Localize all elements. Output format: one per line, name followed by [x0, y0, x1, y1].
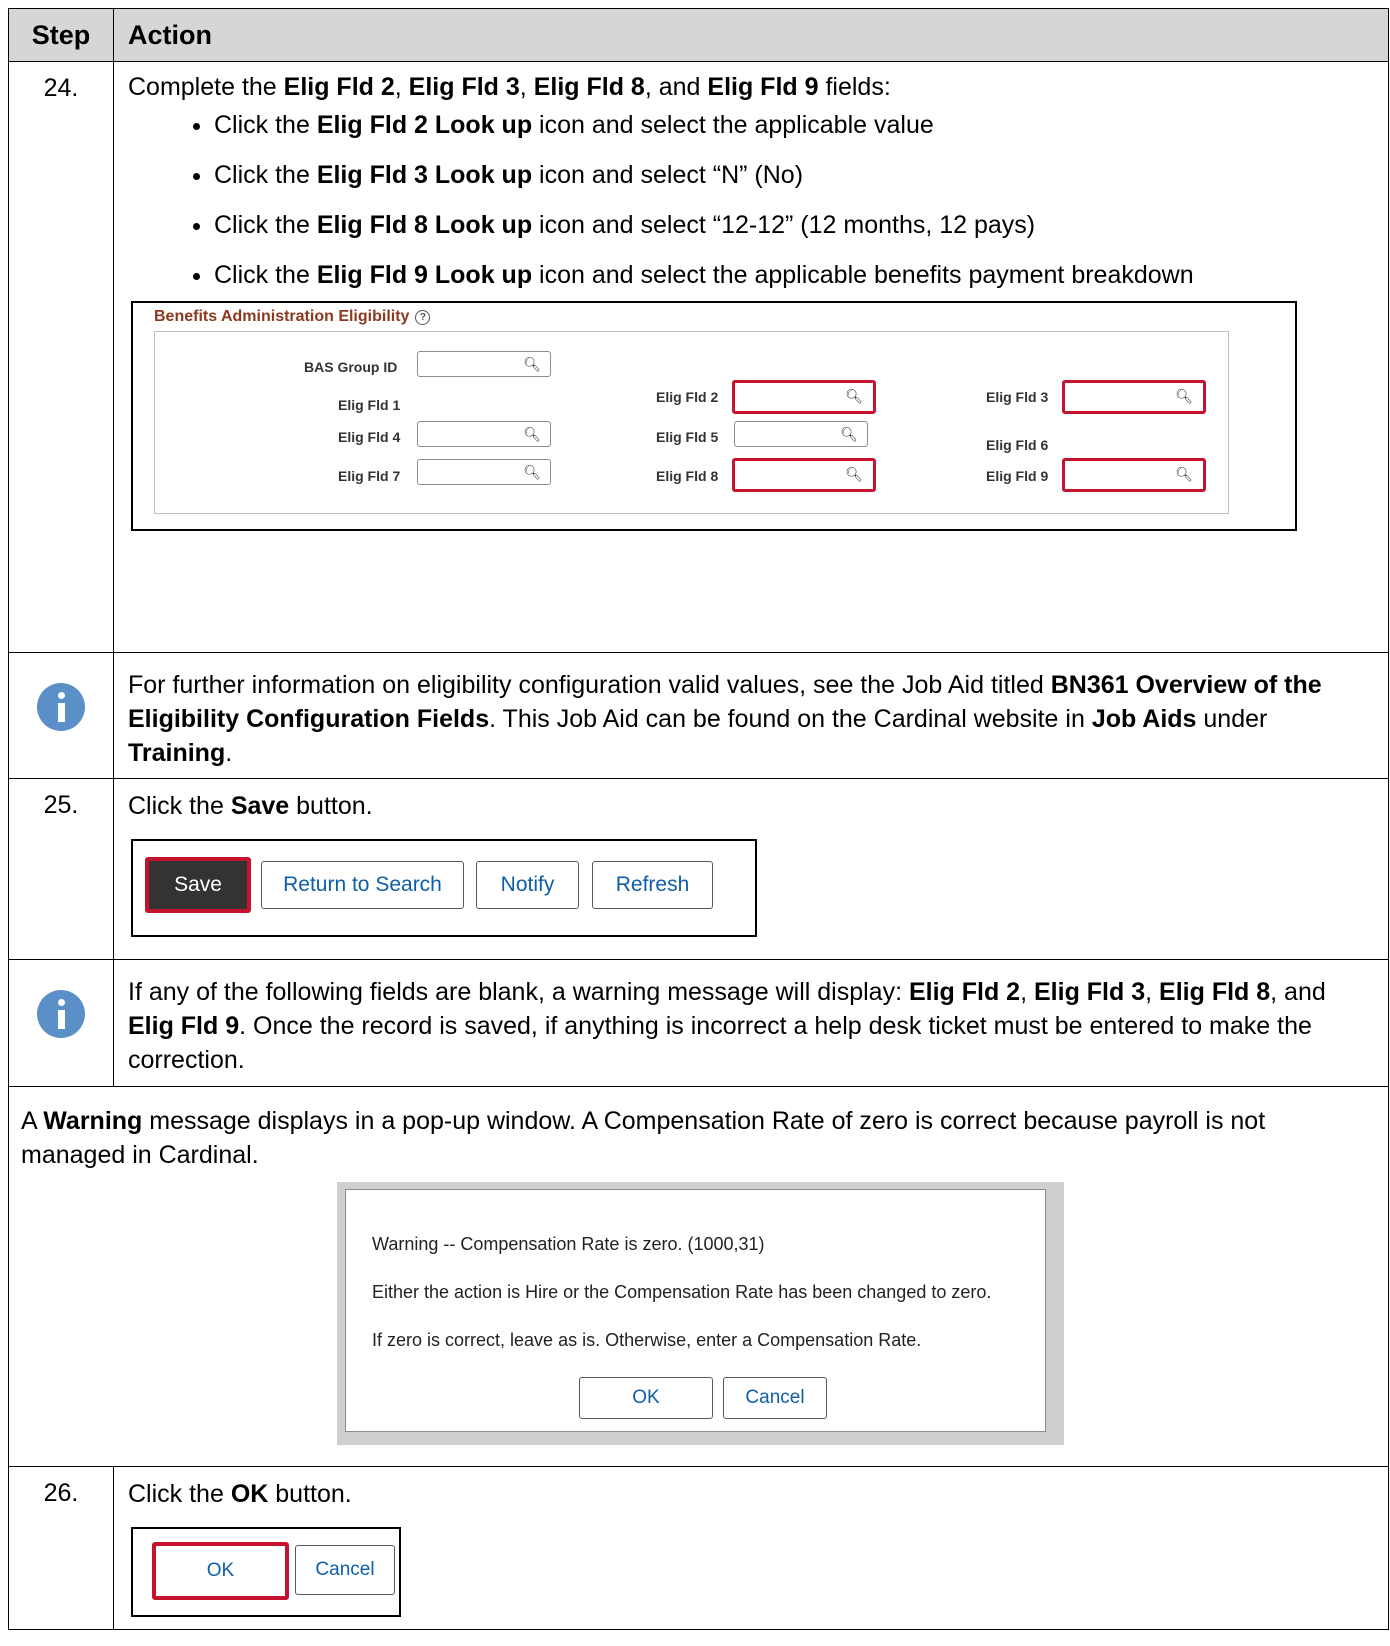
info-row-2: If any of the following fields are blank…	[9, 960, 1388, 1087]
refresh-button[interactable]: Refresh	[592, 861, 713, 909]
elig-fld-9-label: Elig Fld 9	[986, 468, 1049, 484]
warning-dialog: Warning -- Compensation Rate is zero. (1…	[345, 1189, 1046, 1432]
dialog-ok-button[interactable]: OK	[579, 1377, 713, 1419]
search-icon[interactable]: 🔍︎	[523, 426, 541, 443]
help-icon[interactable]: ?	[415, 310, 431, 325]
save-toolbar-screenshot: Save Return to Search Notify Refresh	[131, 839, 757, 937]
search-icon[interactable]: 🔍︎	[1175, 388, 1193, 405]
elig-fld-2-field[interactable]: 🔍︎	[732, 380, 876, 414]
elig-fld-2-label: Elig Fld 2	[656, 389, 719, 405]
bas-group-label: BAS Group ID	[304, 359, 398, 375]
list-item: Click the Elig Fld 8 Look up icon and se…	[214, 210, 1376, 241]
step-number: 24.	[9, 62, 114, 652]
save-button[interactable]: Save	[145, 857, 251, 913]
dialog-line-3: If zero is correct, leave as is. Otherwi…	[372, 1330, 922, 1350]
step-25-content: Click the Save button. Save Return to Se…	[114, 779, 1388, 959]
list-item: Click the Elig Fld 9 Look up icon and se…	[214, 260, 1376, 291]
ok-cancel-screenshot: OK Cancel	[131, 1527, 401, 1617]
list-item: Click the Elig Fld 3 Look up icon and se…	[214, 160, 1376, 191]
step-25-row: 25. Click the Save button. Save Return t…	[9, 779, 1388, 960]
step-26-text: Click the OK button.	[128, 1480, 352, 1508]
step-26-content: Click the OK button. OK Cancel	[114, 1467, 1388, 1629]
info-icon	[37, 683, 85, 731]
search-icon[interactable]: 🔍︎	[845, 466, 863, 483]
dialog-line-2: Either the action is Hire or the Compens…	[372, 1282, 992, 1302]
info-note-2: If any of the following fields are blank…	[128, 978, 1326, 1074]
elig-fld-5-label: Elig Fld 5	[656, 429, 719, 445]
elig-fld-9-field[interactable]: 🔍︎	[1062, 458, 1206, 492]
bas-group-field[interactable]: 🔍︎	[417, 351, 551, 377]
search-icon[interactable]: 🔍︎	[523, 356, 541, 373]
ok-button[interactable]: OK	[152, 1542, 289, 1600]
table-header: Step Action	[9, 9, 1388, 62]
step-24-intro: Complete the Elig Fld 2, Elig Fld 3, Eli…	[128, 73, 891, 101]
step-number: 26.	[9, 1467, 114, 1629]
notify-button[interactable]: Notify	[476, 861, 579, 909]
dialog-line-1: Warning -- Compensation Rate is zero. (1…	[372, 1234, 765, 1254]
elig-fld-5-field[interactable]: 🔍︎	[734, 421, 868, 447]
step-24-row: 24. Complete the Elig Fld 2, Elig Fld 3,…	[9, 62, 1388, 653]
elig-fld-1-label: Elig Fld 1	[338, 397, 401, 413]
search-icon[interactable]: 🔍︎	[845, 388, 863, 405]
panel-body: BAS Group ID 🔍︎ Elig Fld 1 Elig Fld 2 🔍︎…	[154, 331, 1229, 514]
cancel-button[interactable]: Cancel	[295, 1545, 395, 1595]
elig-fld-3-field[interactable]: 🔍︎	[1062, 380, 1206, 414]
search-icon[interactable]: 🔍︎	[840, 426, 858, 443]
elig-fld-4-field[interactable]: 🔍︎	[417, 421, 551, 447]
elig-fld-6-label: Elig Fld 6	[986, 437, 1049, 453]
panel-title: Benefits Administration Eligibility?	[154, 308, 431, 326]
step-24-bullets: Click the Elig Fld 2 Look up icon and se…	[128, 110, 1376, 291]
step-25-text: Click the Save button.	[128, 792, 373, 820]
warning-text: A Warning message displays in a pop-up w…	[21, 1107, 1266, 1169]
instruction-table: Step Action 24. Complete the Elig Fld 2,…	[8, 8, 1389, 1630]
return-to-search-button[interactable]: Return to Search	[261, 861, 464, 909]
search-icon[interactable]: 🔍︎	[523, 464, 541, 481]
elig-fld-8-field[interactable]: 🔍︎	[732, 458, 876, 492]
search-icon[interactable]: 🔍︎	[1175, 466, 1193, 483]
info-row-1: For further information on eligibility c…	[9, 653, 1388, 779]
step-number: 25.	[9, 779, 114, 959]
elig-fld-8-label: Elig Fld 8	[656, 468, 719, 484]
elig-fld-3-label: Elig Fld 3	[986, 389, 1049, 405]
step-26-row: 26. Click the OK button. OK Cancel	[9, 1467, 1388, 1629]
warning-row: A Warning message displays in a pop-up w…	[9, 1087, 1388, 1467]
elig-fld-7-label: Elig Fld 7	[338, 468, 401, 484]
step-header: Step	[9, 9, 114, 61]
action-header: Action	[128, 19, 212, 50]
step-24-content: Complete the Elig Fld 2, Elig Fld 3, Eli…	[114, 62, 1388, 652]
benefits-eligibility-screenshot: Benefits Administration Eligibility? BAS…	[131, 301, 1297, 531]
dialog-cancel-button[interactable]: Cancel	[723, 1377, 827, 1419]
info-note-1: For further information on eligibility c…	[128, 671, 1322, 767]
list-item: Click the Elig Fld 2 Look up icon and se…	[214, 110, 1376, 141]
elig-fld-4-label: Elig Fld 4	[338, 429, 401, 445]
info-icon	[37, 990, 85, 1038]
elig-fld-7-field[interactable]: 🔍︎	[417, 459, 551, 485]
